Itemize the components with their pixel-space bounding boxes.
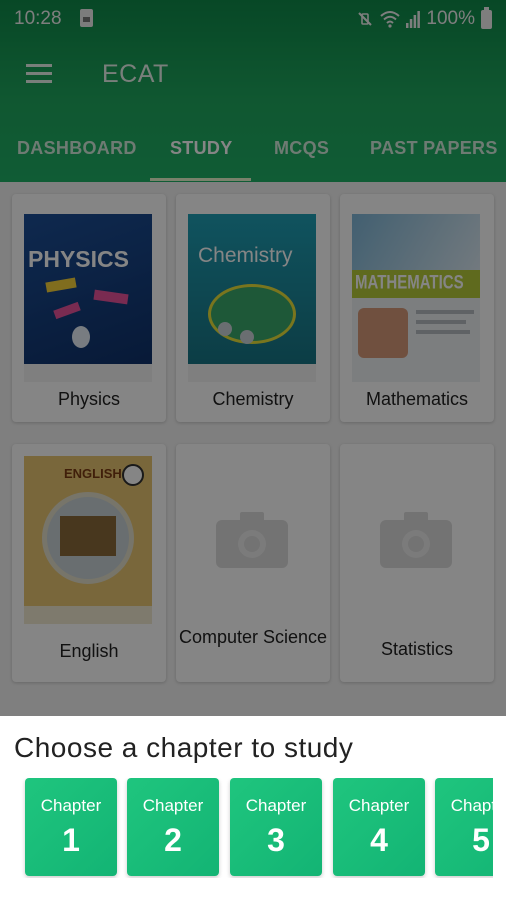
chapter-word: Chapter [40, 796, 102, 815]
chapter-number: 5 [472, 822, 490, 858]
chapter-number: 3 [267, 822, 285, 858]
sheet-title: Choose a chapter to study [14, 732, 354, 763]
chapter-bottom-sheet: Choose a chapter to study Chapter 1 Chap… [0, 716, 506, 900]
chapter-number: 4 [370, 822, 388, 858]
chapter-word: Chapter [450, 796, 493, 815]
chapter-number: 1 [62, 822, 80, 858]
chapter-button-1[interactable]: Chapter 1 [25, 778, 117, 876]
chapter-word: Chapter [245, 796, 307, 815]
chapter-list[interactable]: Chapter 1 Chapter 2 Chapter 3 Chapter 4 … [0, 778, 493, 878]
chapter-button-5[interactable]: Chapter 5 [435, 778, 493, 876]
chapter-button-3[interactable]: Chapter 3 [230, 778, 322, 876]
modal-scrim[interactable] [0, 0, 506, 716]
chapter-word: Chapter [348, 796, 410, 815]
chapter-button-2[interactable]: Chapter 2 [127, 778, 219, 876]
chapter-button-4[interactable]: Chapter 4 [333, 778, 425, 876]
chapter-number: 2 [164, 822, 182, 858]
chapter-word: Chapter [142, 796, 204, 815]
